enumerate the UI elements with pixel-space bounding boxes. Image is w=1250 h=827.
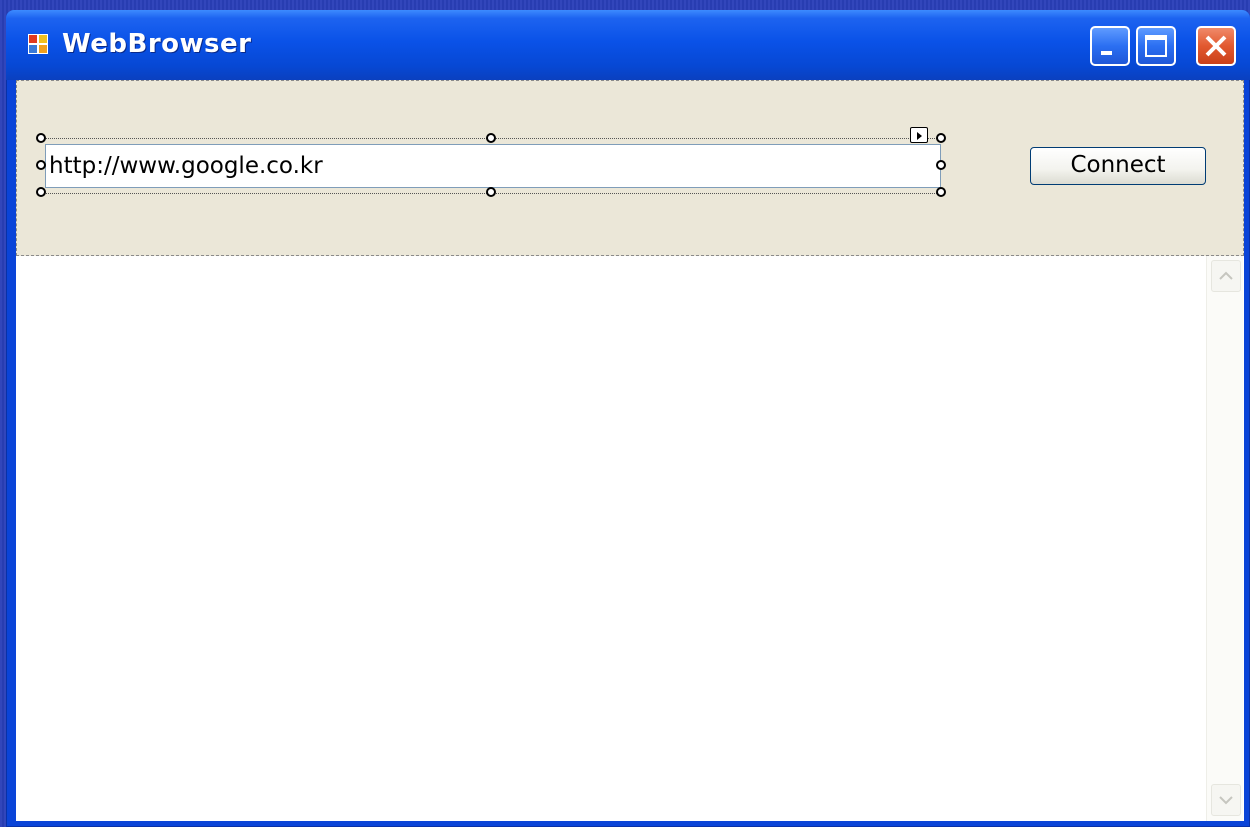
resize-handle[interactable] <box>936 133 946 143</box>
url-input[interactable] <box>45 144 941 188</box>
maximize-button[interactable] <box>1136 26 1176 66</box>
resize-handle[interactable] <box>486 187 496 197</box>
vertical-scrollbar[interactable] <box>1206 256 1243 821</box>
resize-handle[interactable] <box>486 133 496 143</box>
resize-handle[interactable] <box>36 133 46 143</box>
connect-button[interactable]: Connect <box>1030 147 1206 185</box>
close-button[interactable] <box>1196 26 1236 66</box>
play-arrow-icon <box>911 128 927 147</box>
web-browser-view[interactable] <box>16 256 1206 821</box>
resize-handle[interactable] <box>36 187 46 197</box>
top-panel: Connect <box>16 80 1244 256</box>
smart-tag-button[interactable] <box>910 127 928 143</box>
webbrowser-window: WebBrowser http://www.google.co.kr Conne… <box>6 10 1250 827</box>
form-client-area: Connect <box>16 80 1244 821</box>
scroll-up-button[interactable] <box>1211 260 1241 292</box>
window-title: WebBrowser <box>62 29 252 59</box>
app-window-icon <box>28 34 48 54</box>
minimize-button[interactable] <box>1090 26 1130 66</box>
resize-handle[interactable] <box>936 160 946 170</box>
title-bar[interactable]: WebBrowser <box>6 10 1250 80</box>
resize-handle[interactable] <box>36 160 46 170</box>
resize-handle[interactable] <box>936 187 946 197</box>
scroll-down-button[interactable] <box>1211 784 1241 816</box>
